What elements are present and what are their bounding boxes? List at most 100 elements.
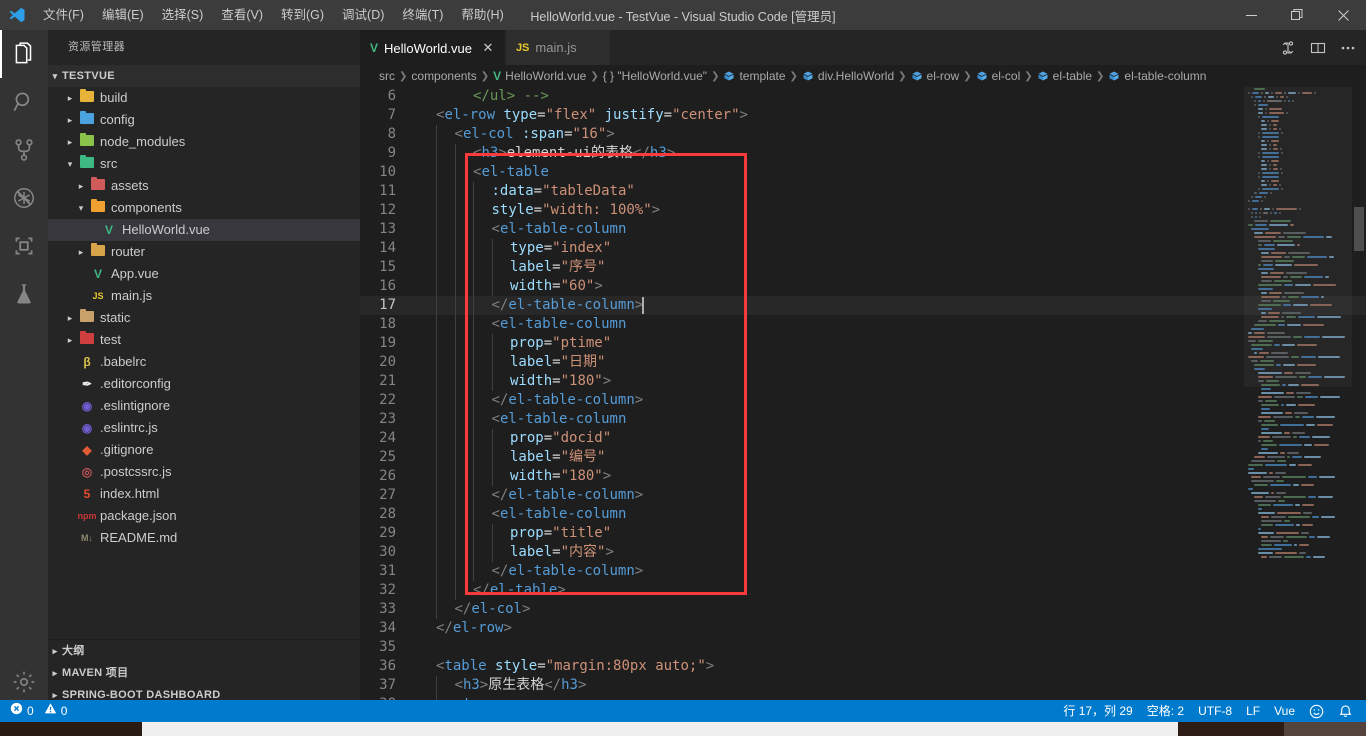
code-line[interactable]: 13 <el-table-column (360, 220, 1366, 239)
encoding[interactable]: UTF-8 (1191, 700, 1239, 722)
code-line[interactable]: 35 (360, 638, 1366, 657)
code-line[interactable]: 19 prop="ptime" (360, 334, 1366, 353)
code-line[interactable]: 25 label="编号" (360, 448, 1366, 467)
tree-item-index-html[interactable]: 5 index.html (48, 483, 360, 505)
tree-item-router[interactable]: ▸ router (48, 241, 360, 263)
testing-flask-icon[interactable] (0, 270, 48, 318)
error-warning-status[interactable]: 0 0 (0, 700, 74, 722)
tree-item-config[interactable]: ▸ config (48, 109, 360, 131)
chevron-down-icon[interactable]: ▾ (63, 153, 77, 175)
extensions-icon[interactable] (0, 222, 48, 270)
chevron-down-icon[interactable]: ▾ (74, 197, 88, 219)
indentation[interactable]: 空格: 2 (1140, 700, 1191, 722)
tree-item--editorconfig[interactable]: ✒ .editorconfig (48, 373, 360, 395)
tree-item-build[interactable]: ▸ build (48, 87, 360, 109)
menu-go[interactable]: 转到(G) (272, 0, 333, 30)
code-line[interactable]: 16 width="60"> (360, 277, 1366, 296)
tree-item-main-js[interactable]: JS main.js (48, 285, 360, 307)
code-line[interactable]: 31 </el-table-column> (360, 562, 1366, 581)
minimap-slider[interactable] (1244, 87, 1352, 387)
chevron-right-icon[interactable]: ▸ (63, 131, 77, 153)
feedback-smiley-icon[interactable] (1302, 700, 1331, 722)
tree-item-components[interactable]: ▾ components (48, 197, 360, 219)
code-line[interactable]: 28 <el-table-column (360, 505, 1366, 524)
eol[interactable]: LF (1239, 700, 1267, 722)
code-line[interactable]: 26 width="180"> (360, 467, 1366, 486)
code-line[interactable]: 27 </el-table-column> (360, 486, 1366, 505)
code-line[interactable]: 8 <el-col :span="16"> (360, 125, 1366, 144)
code-line[interactable]: 7 <el-row type="flex" justify="center"> (360, 106, 1366, 125)
menu-debug[interactable]: 调试(D) (333, 0, 393, 30)
code-line[interactable]: 9 <h3>element-ui的表格</h3> (360, 144, 1366, 163)
split-editor-icon[interactable] (1310, 40, 1326, 56)
breadcrumb-item-el-row[interactable]: el-row (911, 69, 959, 83)
more-actions-icon[interactable] (1340, 40, 1356, 56)
breadcrumb-item--helloworld-vue-[interactable]: { } "HelloWorld.vue" (603, 69, 707, 83)
tree-item--postcssrc-js[interactable]: ◎ .postcssrc.js (48, 461, 360, 483)
debug-icon[interactable] (0, 174, 48, 222)
chevron-right-icon[interactable]: ▸ (74, 175, 88, 197)
code-line[interactable]: 37 <h3>原生表格</h3> (360, 676, 1366, 695)
breadcrumb-item-components[interactable]: components (411, 69, 476, 83)
minimize-button[interactable] (1228, 0, 1274, 30)
code-line[interactable]: 22 </el-table-column> (360, 391, 1366, 410)
chevron-right-icon[interactable]: ▸ (63, 307, 77, 329)
code-line[interactable]: 17 </el-table-column> (360, 296, 1366, 315)
chevron-right-icon[interactable]: ▸ (74, 241, 88, 263)
code-line[interactable]: 6 </ul> --> (360, 87, 1366, 106)
tab-main-js[interactable]: JS main.js ✕ (505, 30, 611, 65)
tree-item-package-json[interactable]: npm package.json (48, 505, 360, 527)
tab-helloworld-vue[interactable]: V HelloWorld.vue ✕ (360, 30, 506, 65)
code-line[interactable]: 24 prop="docid" (360, 429, 1366, 448)
menu-edit[interactable]: 编辑(E) (93, 0, 153, 30)
tree-item-static[interactable]: ▸ static (48, 307, 360, 329)
scrollbar-thumb[interactable] (1354, 207, 1364, 251)
close-icon[interactable]: ✕ (481, 40, 495, 56)
source-control-icon[interactable] (0, 126, 48, 174)
menu-selection[interactable]: 选择(S) (153, 0, 213, 30)
code-line[interactable]: 33 </el-col> (360, 600, 1366, 619)
menu-help[interactable]: 帮助(H) (452, 0, 512, 30)
code-line[interactable]: 30 label="内容"> (360, 543, 1366, 562)
code-line[interactable]: 29 prop="title" (360, 524, 1366, 543)
code-editor[interactable]: 6 </ul> --> 7 <el-row type="flex" justify="… (360, 87, 1366, 706)
code-line[interactable]: 11:data="tableData" (360, 182, 1366, 201)
code-line[interactable]: 10 <el-table (360, 163, 1366, 182)
explorer-root-folder[interactable]: ▾ TESTVUE (48, 65, 360, 87)
code-line[interactable]: 34 </el-row> (360, 619, 1366, 638)
breadcrumb-item-el-col[interactable]: el-col (976, 69, 1020, 83)
search-icon[interactable] (0, 78, 48, 126)
code-line[interactable]: 14 type="index" (360, 239, 1366, 258)
breadcrumb-item-template[interactable]: template (723, 69, 786, 83)
editor-vertical-scrollbar[interactable] (1352, 87, 1366, 706)
manage-gear-icon[interactable] (0, 658, 48, 706)
code-line[interactable]: 23 <el-table-column (360, 410, 1366, 429)
explorer-icon[interactable] (0, 30, 48, 78)
menu-file[interactable]: 文件(F) (34, 0, 93, 30)
breadcrumb-item-el-table-column[interactable]: el-table-column (1108, 69, 1206, 83)
maximize-button[interactable] (1274, 0, 1320, 30)
menu-view[interactable]: 查看(V) (212, 0, 272, 30)
breadcrumb-item-helloworld-vue[interactable]: V HelloWorld.vue (493, 69, 586, 83)
tree-item-src[interactable]: ▾ src (48, 153, 360, 175)
code-line[interactable]: 15 label="序号" (360, 258, 1366, 277)
tree-item-readme-md[interactable]: M↓ README.md (48, 527, 360, 549)
code-line[interactable]: 32 </el-table> (360, 581, 1366, 600)
code-line[interactable]: 21 width="180"> (360, 372, 1366, 391)
language-mode[interactable]: Vue (1267, 700, 1302, 722)
minimap[interactable] (1244, 87, 1352, 706)
code-line[interactable]: 12 style="width: 100%"> (360, 201, 1366, 220)
panel-outline[interactable]: ▸ 大纲 (48, 640, 360, 662)
tree-item-test[interactable]: ▸ test (48, 329, 360, 351)
tree-item--gitignore[interactable]: ◆ .gitignore (48, 439, 360, 461)
breadcrumb-item-div-helloworld[interactable]: div.HelloWorld (802, 69, 894, 83)
chevron-right-icon[interactable]: ▸ (63, 87, 77, 109)
tree-item--babelrc[interactable]: β .babelrc (48, 351, 360, 373)
code-line[interactable]: 36 <table style="margin:80px auto;"> (360, 657, 1366, 676)
tree-item--eslintignore[interactable]: ◉ .eslintignore (48, 395, 360, 417)
breadcrumb-item-el-table[interactable]: el-table (1037, 69, 1092, 83)
tree-item-assets[interactable]: ▸ assets (48, 175, 360, 197)
chevron-right-icon[interactable]: ▸ (63, 329, 77, 351)
menu-terminal[interactable]: 终端(T) (393, 0, 452, 30)
tree-item-helloworld-vue[interactable]: V HelloWorld.vue (48, 219, 360, 241)
